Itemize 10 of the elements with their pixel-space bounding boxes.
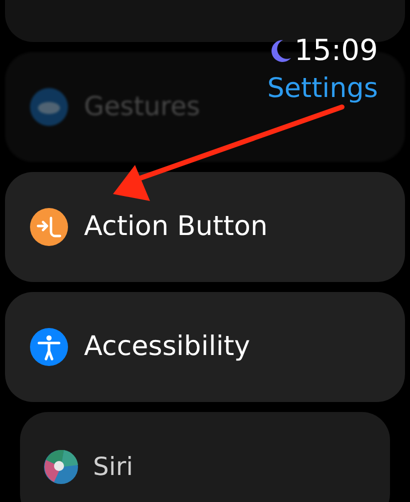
orb-icon — [44, 450, 78, 484]
settings-row[interactable]: Siri — [20, 412, 390, 502]
row-label: Siri — [93, 451, 134, 484]
settings-row[interactable]: Accessibility — [5, 292, 405, 402]
screen-title: Settings — [267, 75, 378, 102]
row-label: Accessibility — [84, 330, 250, 364]
accessibility-icon — [30, 328, 68, 366]
row-label: Action Button — [84, 210, 268, 244]
arrow-into-bracket-icon — [30, 208, 68, 246]
settings-row[interactable]: Action Button — [5, 172, 405, 282]
